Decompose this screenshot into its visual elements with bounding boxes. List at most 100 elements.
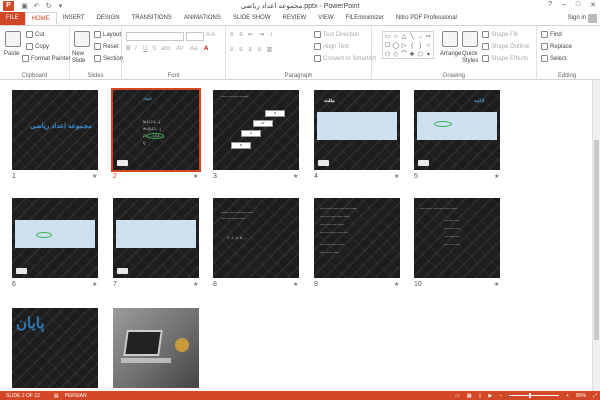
- layout-button[interactable]: Layout: [94, 31, 121, 38]
- shapes-gallery[interactable]: ▭ ○ △ ╲ → ⇨ ☐ ◯ ▷{} ☆ ⬠ ◇ ⌒ ✚ ⬡ ▾: [382, 31, 434, 59]
- clipboard-label: Clipboard: [21, 73, 48, 79]
- scrollbar-thumb[interactable]: [594, 140, 599, 340]
- font-size-select[interactable]: [186, 32, 204, 41]
- help-icon[interactable]: ?: [548, 1, 552, 9]
- language-indicator[interactable]: PERSIAN: [65, 393, 87, 399]
- tab-fileminimizer[interactable]: FILEminimizer: [340, 12, 390, 25]
- slide-thumbnail[interactable]: مجموعه اعداد ریاضی: [12, 90, 98, 170]
- tab-animations[interactable]: ANIMATIONS: [178, 12, 227, 25]
- grow-font-icon[interactable]: A A: [206, 32, 215, 38]
- maximize-icon[interactable]: □: [576, 1, 580, 9]
- animation-star-icon[interactable]: ★: [293, 281, 298, 288]
- slide-content-panel: [317, 112, 397, 140]
- slide-thumbnail[interactable]: ـــــــ ـــــ ـــــ ــــــ ــــــــ ــــ…: [213, 198, 299, 278]
- align-buttons-icon[interactable]: ≡ ≡ ≡ ≡ ▥: [230, 46, 274, 53]
- arrange-icon[interactable]: [442, 31, 458, 47]
- slide-thumbnail[interactable]: ـــــــ ـــــ ـــــ ــــــ ــــــــ ــــ…: [314, 198, 400, 278]
- tab-transitions[interactable]: TRANSITIONS: [126, 12, 178, 25]
- zoom-level[interactable]: 80%: [576, 393, 586, 399]
- find-button[interactable]: Find: [541, 31, 562, 38]
- tab-insert[interactable]: INSERT: [57, 12, 91, 25]
- copy-button[interactable]: Copy: [26, 43, 49, 50]
- zoom-slider-knob[interactable]: [529, 393, 532, 398]
- vertical-scrollbar[interactable]: [592, 80, 600, 391]
- text-direction-button[interactable]: Text Direction: [314, 31, 359, 38]
- slide-thumbnail[interactable]: ـــــــ ـــــ ـــــ ــــــ ــــــــ ــــ…: [414, 198, 500, 278]
- animation-star-icon[interactable]: ★: [92, 173, 97, 180]
- animation-star-icon[interactable]: ★: [193, 173, 198, 180]
- shadow-icon[interactable]: S: [152, 46, 156, 52]
- animation-star-icon[interactable]: ★: [394, 173, 399, 180]
- slide-thumbnail[interactable]: ادامه: [414, 90, 500, 170]
- minimize-icon[interactable]: –: [562, 1, 566, 9]
- reset-button[interactable]: Reset: [94, 43, 119, 50]
- tab-nitro-pdf[interactable]: Nitro PDF Professional: [390, 12, 463, 25]
- redo-icon[interactable]: ↻: [44, 2, 53, 10]
- section-icon: [94, 55, 101, 62]
- save-icon[interactable]: ▣: [20, 2, 29, 10]
- zoom-in-icon[interactable]: +: [566, 393, 569, 399]
- slide-thumbnail[interactable]: [12, 198, 98, 278]
- undo-icon[interactable]: ↶: [32, 2, 41, 10]
- animation-star-icon[interactable]: ★: [394, 281, 399, 288]
- underline-icon[interactable]: U: [143, 46, 147, 52]
- quick-styles-icon[interactable]: [462, 31, 478, 47]
- new-slide-button[interactable]: New Slide: [72, 51, 94, 65]
- close-icon[interactable]: ✕: [590, 1, 596, 9]
- zoom-slider[interactable]: [509, 393, 560, 398]
- arrange-button[interactable]: Arrange: [440, 51, 461, 57]
- list-buttons-icon[interactable]: ≡ ≡ ⇤ ⇥ ↕: [230, 31, 275, 38]
- select-button[interactable]: Select: [541, 55, 567, 62]
- customize-qat-icon[interactable]: ▾: [56, 2, 65, 10]
- reading-view-icon[interactable]: ▯: [479, 393, 482, 399]
- fit-slide-icon[interactable]: ⤢: [593, 393, 597, 399]
- slide-thumbnail[interactable]: ـــــــــ ـــــ ـــــ ـــــــ N W Z Q: [213, 90, 299, 170]
- user-avatar[interactable]: [588, 14, 597, 23]
- zoom-out-icon[interactable]: –: [499, 393, 502, 399]
- new-slide-icon[interactable]: [74, 31, 90, 47]
- select-icon: [541, 55, 548, 62]
- paste-button[interactable]: Paste: [4, 51, 19, 57]
- tab-slide-show[interactable]: SLIDE SHOW: [227, 12, 277, 25]
- paste-icon[interactable]: [5, 31, 21, 47]
- animation-star-icon[interactable]: ★: [193, 281, 198, 288]
- slide-thumbnail[interactable]: [113, 198, 199, 278]
- slide-thumbnail-photo[interactable]: [113, 308, 199, 388]
- shape-fill-button[interactable]: Shape Fill: [482, 31, 518, 38]
- slideshow-icon[interactable]: ▶: [488, 393, 492, 399]
- shape-outline-button[interactable]: Shape Outline: [482, 43, 529, 50]
- section-button[interactable]: Section: [94, 55, 123, 62]
- slide-sorter-view-icon[interactable]: ▦: [467, 393, 472, 399]
- tab-home[interactable]: HOME: [24, 12, 57, 25]
- font-family-select[interactable]: [126, 32, 184, 41]
- align-text-button[interactable]: Align Text: [314, 43, 349, 50]
- editing-group: Find Replace Select Editing: [537, 26, 597, 80]
- cut-button[interactable]: Cut: [26, 31, 44, 38]
- char-spacing-icon[interactable]: AV: [176, 46, 184, 52]
- change-case-icon[interactable]: Aa: [190, 46, 197, 52]
- convert-smartart-button[interactable]: Convert to SmartArt: [314, 55, 376, 62]
- animation-star-icon[interactable]: ★: [494, 173, 499, 180]
- tab-design[interactable]: DESIGN: [91, 12, 126, 25]
- replace-button[interactable]: Replace: [541, 43, 572, 50]
- strikethrough-icon[interactable]: abc: [161, 46, 171, 52]
- italic-icon[interactable]: I: [135, 46, 137, 52]
- normal-view-icon[interactable]: ▭: [455, 393, 460, 399]
- spellcheck-icon[interactable]: ▤: [54, 393, 59, 399]
- slide-thumbnail[interactable]: مثلث: [314, 90, 400, 170]
- slide-thumbnail-selected[interactable]: اعداد N={1,2,3,...} W={0,1,2,...} Z={...…: [111, 88, 201, 172]
- font-color-icon[interactable]: A: [204, 46, 208, 52]
- slide-badge: Q: [231, 142, 251, 149]
- shape-effects-button[interactable]: Shape Effects: [482, 55, 528, 62]
- slide-thumbnail[interactable]: پایان: [12, 308, 98, 388]
- animation-star-icon[interactable]: ★: [92, 281, 97, 288]
- tab-file[interactable]: FILE: [0, 12, 25, 25]
- tab-view[interactable]: VIEW: [312, 12, 339, 25]
- tab-review[interactable]: REVIEW: [277, 12, 313, 25]
- quick-styles-button[interactable]: Quick Styles: [462, 51, 482, 65]
- bold-icon[interactable]: B: [126, 46, 130, 52]
- animation-star-icon[interactable]: ★: [494, 281, 499, 288]
- format-painter-button[interactable]: Format Painter: [22, 55, 71, 62]
- sign-in-link[interactable]: Sign in: [568, 12, 586, 25]
- animation-star-icon[interactable]: ★: [293, 173, 298, 180]
